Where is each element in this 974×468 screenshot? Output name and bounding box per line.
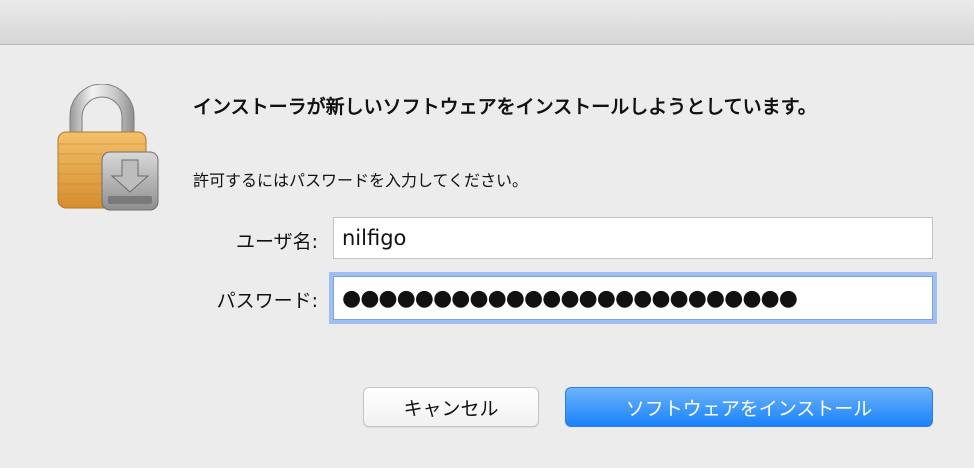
cancel-button[interactable]: キャンセル [363, 387, 539, 427]
dialog-subtext: 許可するにはパスワードを入力してください。 [193, 171, 529, 190]
window-titlebar[interactable] [0, 0, 974, 45]
dialog-heading: インストーラが新しいソフトウェアをインストールしようとしています。 [193, 96, 817, 118]
username-label: ユーザ名: [235, 231, 318, 253]
install-software-button[interactable]: ソフトウェアをインストール [565, 387, 933, 427]
password-field[interactable] [333, 276, 933, 320]
username-field[interactable] [333, 217, 933, 259]
lock-icon [57, 84, 159, 211]
password-label: パスワード: [216, 290, 318, 312]
